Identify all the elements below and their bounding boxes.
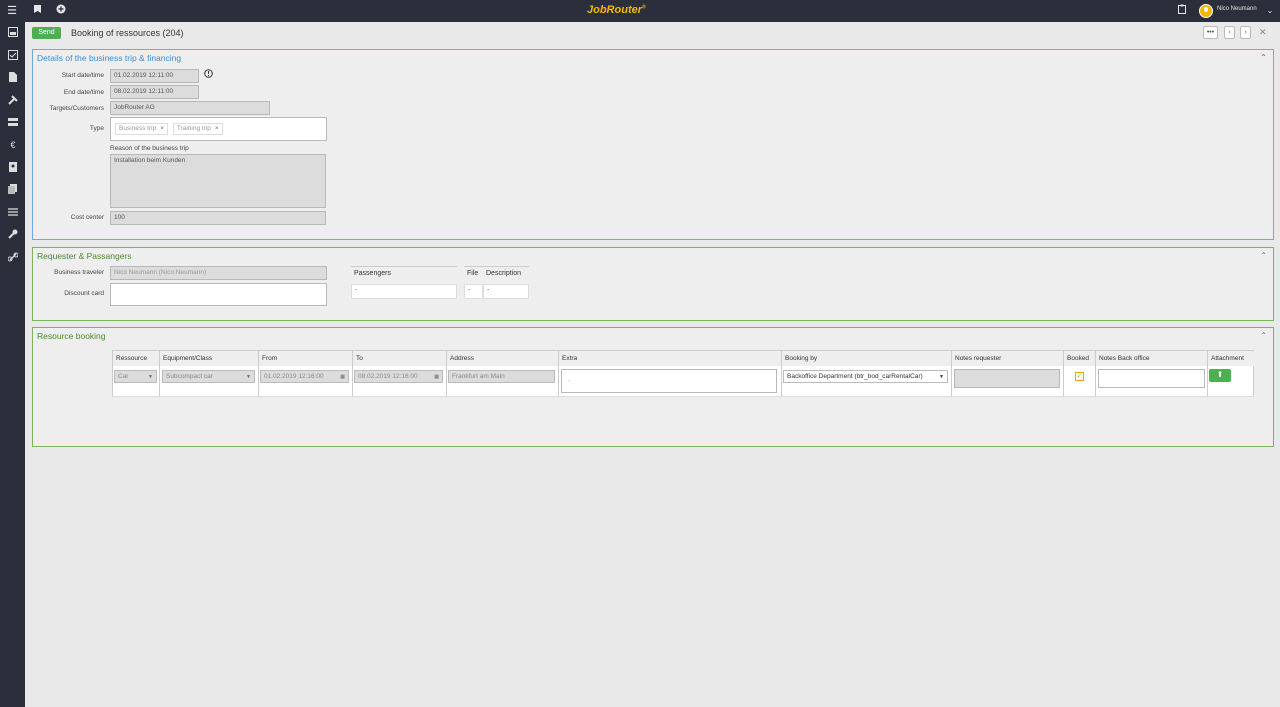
avatar[interactable] <box>1199 4 1213 18</box>
col-extra: Extra <box>558 350 781 366</box>
notes-back-office-field[interactable] <box>1098 369 1205 388</box>
col-booked: Booked <box>1063 350 1095 366</box>
start-label: Start date/time <box>61 72 104 79</box>
upload-button[interactable]: ⬆ <box>1209 369 1231 382</box>
targets-field[interactable]: JobRouter AG <box>110 101 270 115</box>
discount-label: Discount card <box>64 290 104 297</box>
col-notes-back-office: Notes Back office <box>1095 350 1207 366</box>
resource-panel-title: Resource booking <box>37 331 106 341</box>
collapse-icon[interactable]: ⌃ <box>1260 331 1267 340</box>
booking-by-select[interactable]: Backoffice Department (btr_bod_carRental… <box>783 370 948 383</box>
send-button[interactable]: Send <box>32 27 61 39</box>
discount-card-field[interactable] <box>110 283 327 306</box>
passengers-cell[interactable]: - <box>351 284 457 299</box>
add-circle-icon[interactable] <box>54 4 68 18</box>
chevron-down-icon[interactable]: ⌄ <box>1263 4 1277 18</box>
jobrouter-logo: JobRouter® <box>587 4 646 16</box>
collapse-icon[interactable]: ⌃ <box>1260 251 1267 260</box>
file-header: File <box>464 266 483 284</box>
cost-center-field[interactable]: 100 <box>110 211 326 225</box>
cost-center-label: Cost center <box>70 214 104 221</box>
col-booking-by: Booking by <box>781 350 951 366</box>
details-panel-title: Details of the business trip & financing <box>37 53 182 63</box>
type-label: Type <box>89 125 104 132</box>
checkbox-icon[interactable] <box>7 50 19 62</box>
col-ressource: Ressource <box>112 350 159 366</box>
col-notes-requester: Notes requester <box>951 350 1063 366</box>
documents-icon[interactable] <box>7 184 19 196</box>
upload-icon: ⬆ <box>1216 370 1224 379</box>
close-icon[interactable]: ✕ <box>1259 27 1267 38</box>
sidebar: € <box>0 22 25 707</box>
business-traveler-field[interactable]: Nico Neumann (Nico.Neumann) <box>110 266 327 280</box>
col-to: To <box>352 350 446 366</box>
calendar-icon[interactable]: ▦ <box>340 373 345 381</box>
link-icon[interactable] <box>7 252 19 264</box>
file-cell[interactable]: - <box>464 284 483 299</box>
dropdown-caret-icon: ▼ <box>148 374 153 380</box>
requester-panel-title: Requester & Passangers <box>37 251 132 261</box>
traveler-label: Business traveler <box>54 269 104 276</box>
remove-tag-icon[interactable]: × <box>160 125 164 132</box>
clipboard-icon[interactable] <box>1175 4 1189 18</box>
dropdown-caret-icon: ▼ <box>939 374 944 380</box>
type-tag: Training trip × <box>172 123 223 135</box>
wrench-icon[interactable] <box>7 229 19 241</box>
col-attachment: Attachment <box>1207 350 1254 366</box>
list-icon[interactable] <box>7 207 19 219</box>
address-field[interactable]: Frankfurt am Main <box>448 370 555 383</box>
booked-checkbox[interactable]: ✓ <box>1075 372 1084 381</box>
calendar-icon[interactable]: ▦ <box>434 373 439 381</box>
hammer-icon[interactable] <box>7 95 19 107</box>
more-options-button[interactable]: ••• <box>1203 26 1218 39</box>
reason-label: Reason of the business trip <box>110 145 189 152</box>
euro-icon[interactable]: € <box>7 139 19 151</box>
type-tag-input[interactable]: Business trip × Training trip × <box>110 117 327 141</box>
start-datetime-field[interactable]: 01.02.2019 12:11:00 <box>110 69 199 83</box>
targets-label: Targets/Customers <box>49 105 104 112</box>
top-bar: ☰ JobRouter® Nico Neumann ⌄ <box>0 0 1280 22</box>
ressource-select[interactable]: Car ▼ <box>114 370 157 383</box>
equipment-select[interactable]: Subcompact car ▼ <box>162 370 255 383</box>
bookmark-icon[interactable] <box>30 4 44 18</box>
dropdown-caret-icon: ▼ <box>246 374 251 380</box>
collapse-icon[interactable]: ⌃ <box>1260 53 1267 62</box>
col-address: Address <box>446 350 558 366</box>
database-icon[interactable] <box>7 117 19 129</box>
end-datetime-field[interactable]: 08.02.2019 12:11:00 <box>110 85 199 99</box>
previous-button[interactable]: ‹ <box>1224 26 1235 39</box>
description-cell[interactable]: - <box>483 284 529 299</box>
col-from: From <box>258 350 352 366</box>
remove-tag-icon[interactable]: × <box>215 125 219 132</box>
inbox-icon[interactable] <box>7 27 19 39</box>
extra-field[interactable]: - <box>561 369 777 393</box>
reason-textarea[interactable]: Installation beim Kunden <box>110 154 326 208</box>
user-name[interactable]: Nico Neumann <box>1217 6 1257 12</box>
document-edit-icon[interactable] <box>7 72 19 84</box>
info-icon[interactable] <box>204 69 213 80</box>
menu-icon[interactable]: ☰ <box>5 4 19 18</box>
page-title: Booking of ressources (204) <box>71 28 184 38</box>
end-label: End date/time <box>63 89 104 96</box>
description-header: Description <box>483 266 529 284</box>
notes-requester-field[interactable] <box>954 369 1060 388</box>
to-datetime-field[interactable]: 08.02.2019 12:16:00 ▦ <box>354 370 443 383</box>
type-tag: Business trip × <box>115 123 169 135</box>
contact-card-icon[interactable] <box>7 162 19 174</box>
passengers-header: Passengers <box>351 266 457 284</box>
col-equipment: Equipment/Class <box>159 350 258 366</box>
table-cell <box>1063 366 1095 397</box>
next-button[interactable]: › <box>1240 26 1251 39</box>
from-datetime-field[interactable]: 01.02.2019 12:16:00 ▦ <box>260 370 349 383</box>
